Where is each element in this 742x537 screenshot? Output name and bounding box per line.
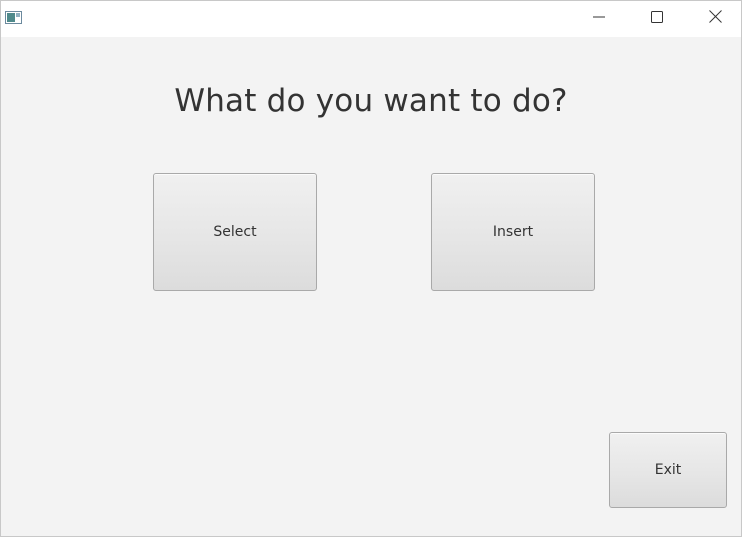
maximize-icon (651, 10, 663, 28)
close-icon (708, 10, 722, 28)
insert-button[interactable]: Insert (431, 173, 595, 291)
main-panel: What do you want to do? Select Insert Ex… (1, 37, 741, 536)
app-window: What do you want to do? Select Insert Ex… (0, 0, 742, 537)
close-button[interactable] (692, 1, 738, 37)
select-button[interactable]: Select (153, 173, 317, 291)
exit-button-label: Exit (654, 462, 682, 478)
minimize-button[interactable] (576, 1, 622, 37)
app-window-icon (5, 11, 22, 24)
insert-button-label: Insert (492, 224, 534, 240)
exit-button[interactable]: Exit (609, 432, 727, 508)
select-button-label: Select (213, 224, 257, 240)
page-title: What do you want to do? (174, 83, 568, 119)
title-bar[interactable] (1, 1, 741, 37)
maximize-button[interactable] (634, 1, 680, 37)
minimize-icon (593, 10, 605, 28)
